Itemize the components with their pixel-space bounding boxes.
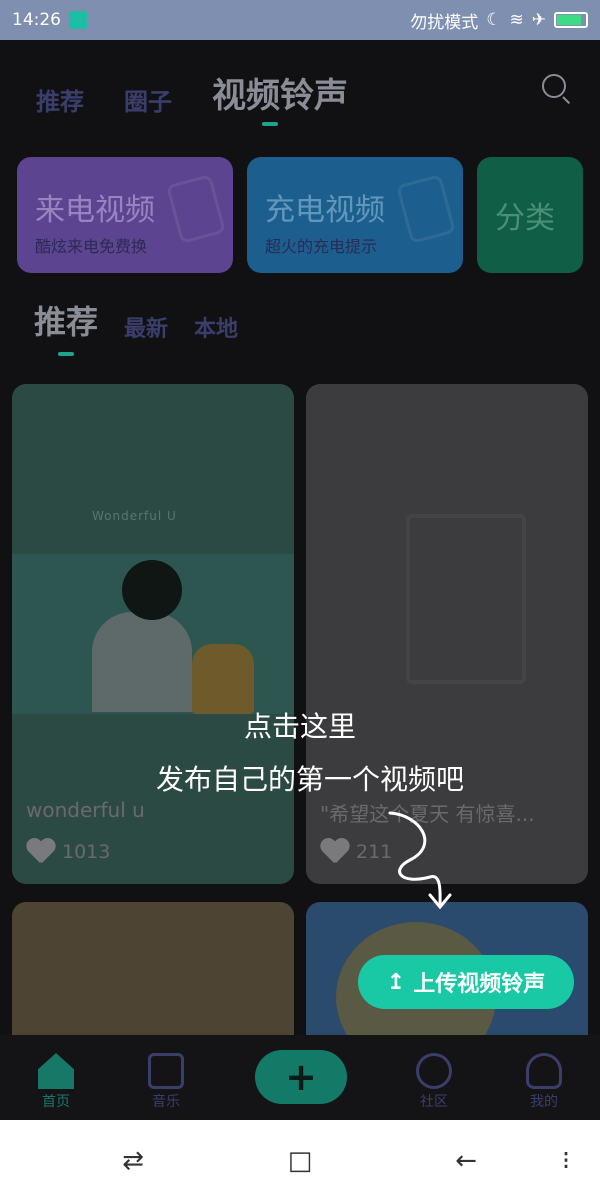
home-button-icon[interactable]: □ [280,1146,320,1176]
top-tab-bar: 推荐 圈子 视频铃声 [36,68,348,117]
category-charging-video[interactable]: 充电视频 超火的充电提示 [247,157,463,273]
usb-icon [69,11,87,29]
nav-label: 音乐 [152,1094,180,1110]
user-icon [526,1053,562,1089]
create-button[interactable]: + [255,1050,347,1104]
upload-video-ringtone-button[interactable]: ↥ 上传视频铃声 [358,955,574,1009]
sub-tab-indicator [58,352,74,356]
nav-community[interactable]: 社区 [394,1053,474,1111]
app-screen: 推荐 圈子 视频铃声 来电视频 酷炫来电免费换 充电视频 超火的充电提示 分类 … [0,40,600,1120]
tab-video-ringtone[interactable]: 视频铃声 [212,68,348,117]
battery-icon [554,12,588,28]
status-bar: 14:26 勿扰模式 ☾ ≋ ✈ [0,0,600,40]
moon-icon: ☾ [486,10,502,30]
category-incoming-call-video[interactable]: 来电视频 酷炫来电免费换 [17,157,233,273]
search-icon[interactable] [542,74,572,105]
category-classify[interactable]: 分类 [477,157,583,273]
video-title: wonderful u [26,798,145,822]
nav-label: 社区 [420,1094,448,1110]
recent-apps-icon[interactable]: ⇄ [113,1146,153,1176]
video-art-text: Wonderful U [92,509,177,523]
bottom-nav: 首页 音乐 + 社区 我的 [0,1035,600,1120]
like-count[interactable]: 1013 [26,839,110,865]
music-icon [148,1053,184,1089]
nav-mine[interactable]: 我的 [504,1053,584,1111]
system-navigation-bar: ⇄ □ ← ⁝ [0,1120,600,1200]
nav-home[interactable]: 首页 [16,1053,96,1111]
tab-recommend[interactable]: 推荐 [36,82,84,117]
curved-arrow-icon [388,811,452,910]
nav-label: 首页 [42,1094,70,1110]
status-mode-text: 勿扰模式 [410,12,479,33]
top-tab-indicator [262,122,278,126]
sub-tab-bar: 推荐 最新 本地 [34,297,238,343]
airplane-icon: ✈ [531,10,546,30]
subtab-local[interactable]: 本地 [194,311,238,343]
upload-icon: ↥ [386,969,406,995]
guide-text-line2: 发布自己的第一个视频吧 [155,763,464,796]
status-time: 14:26 [12,10,61,30]
tab-circle[interactable]: 圈子 [124,82,172,117]
planet-icon [416,1053,452,1089]
subtab-recommend[interactable]: 推荐 [34,297,98,343]
status-icons: 勿扰模式 ☾ ≋ ✈ [410,8,588,33]
home-icon [38,1053,74,1089]
category-title: 分类 [495,201,555,236]
heart-icon [320,839,348,865]
heart-icon [26,839,54,865]
nav-music[interactable]: 音乐 [126,1053,206,1111]
music-note-icon [406,514,526,684]
subtab-latest[interactable]: 最新 [124,311,168,343]
upload-button-label: 上传视频铃声 [413,972,546,997]
nav-label: 我的 [530,1094,558,1110]
guide-text-line1: 点击这里 [243,710,356,743]
wifi-icon: ≋ [509,10,524,30]
more-icon[interactable]: ⁝ [546,1146,586,1176]
video-card[interactable]: Wonderful U wonderful u 1013 [12,384,294,884]
back-icon[interactable]: ← [446,1146,486,1176]
